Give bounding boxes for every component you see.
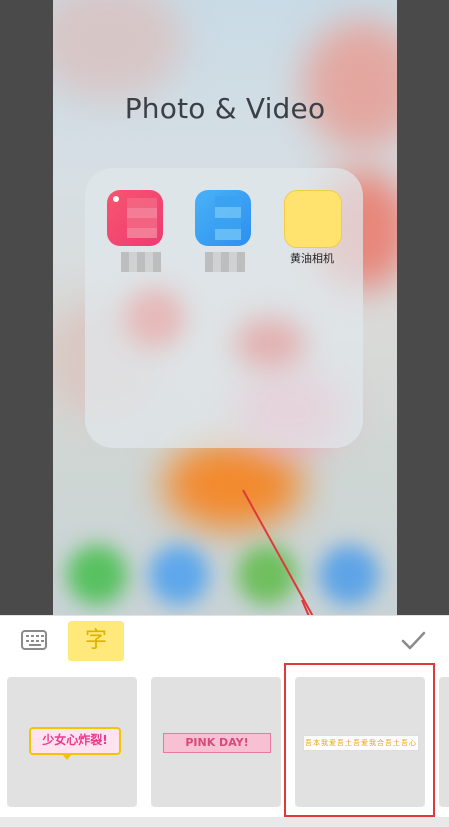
- left-letterbox: [0, 0, 53, 615]
- highlight-box: [284, 663, 435, 817]
- sticker-tile[interactable]: PINK DAY!: [151, 677, 281, 807]
- text-sticker-tab[interactable]: 字: [68, 621, 124, 661]
- bottom-bar: [0, 817, 449, 827]
- sticker-tile-partial[interactable]: [439, 677, 449, 807]
- photo-preview: Photo & Video 黄油相机: [53, 0, 397, 615]
- sticker-preview: 少女心炸裂!: [29, 727, 121, 760]
- sticker-preview: PINK DAY!: [163, 733, 271, 753]
- checkmark-icon[interactable]: [398, 628, 428, 654]
- sticker-toolbar: 字: [0, 615, 449, 667]
- arrow-annotation: [242, 489, 314, 615]
- right-letterbox: [397, 0, 449, 615]
- keyboard-icon[interactable]: [21, 630, 47, 650]
- sticker-tile[interactable]: 少女心炸裂!: [7, 677, 137, 807]
